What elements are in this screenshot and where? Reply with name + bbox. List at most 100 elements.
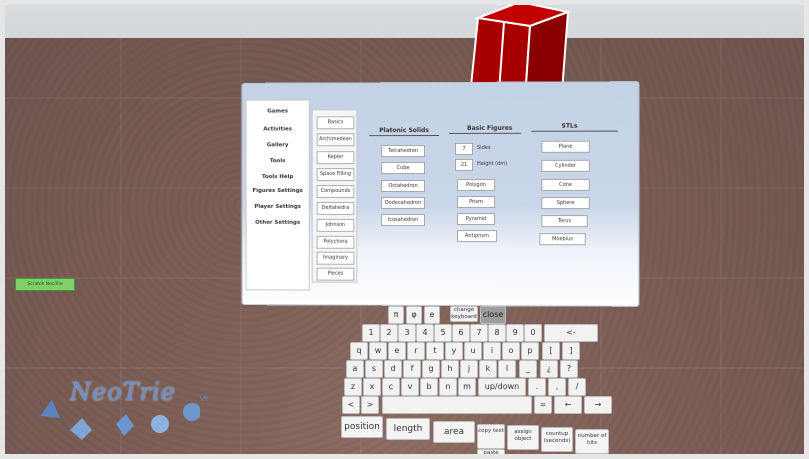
category-archimedean[interactable]: Archimedean — [316, 133, 355, 147]
copy-text-key[interactable]: copy text — [477, 424, 505, 449]
close-keyboard-key[interactable]: close — [480, 306, 506, 324]
key-r[interactable]: r — [407, 342, 425, 360]
key-m[interactable]: m — [458, 378, 476, 396]
menu-activities[interactable]: Activities — [247, 126, 309, 132]
category-polychora[interactable]: Polychora — [316, 235, 355, 249]
btn-octahedron[interactable]: Octahedron — [381, 180, 426, 193]
category-imaginary[interactable]: Imaginary — [316, 251, 355, 265]
key-period[interactable]: . — [528, 378, 546, 396]
key-e-const[interactable]: e — [424, 306, 440, 324]
key-8[interactable]: 8 — [488, 324, 506, 342]
menu-tools[interactable]: Tools — [247, 158, 309, 164]
right-arrow-key[interactable]: → — [584, 396, 612, 414]
key-9[interactable]: 9 — [506, 324, 524, 342]
key-t[interactable]: t — [426, 342, 444, 360]
key-y[interactable]: y — [445, 342, 463, 360]
key-q[interactable]: q — [350, 342, 368, 360]
category-kepler[interactable]: Kepler — [316, 151, 355, 165]
key-phi[interactable]: φ — [406, 306, 422, 324]
key-5[interactable]: 5 — [434, 324, 452, 342]
assign-object-key[interactable]: assign object — [507, 425, 539, 450]
category-basics[interactable]: Basics — [316, 116, 355, 130]
key-open-bracket[interactable]: [ — [542, 342, 560, 360]
key-x[interactable]: x — [363, 378, 381, 396]
btn-cone[interactable]: Cone — [541, 178, 590, 191]
area-key[interactable]: area — [433, 421, 475, 443]
btn-torus[interactable]: Torus — [541, 215, 588, 228]
key-c[interactable]: c — [382, 378, 400, 396]
updown-key[interactable]: up/down — [478, 378, 526, 396]
btn-sphere[interactable]: Sphere — [541, 197, 590, 210]
key-e[interactable]: e — [388, 342, 406, 360]
space-bar[interactable] — [382, 396, 532, 414]
btn-dodecahedron[interactable]: Dodecahedron — [381, 196, 426, 209]
key-v[interactable]: v — [401, 378, 419, 396]
menu-games[interactable]: Games — [247, 108, 309, 115]
btn-plane[interactable]: Plane — [541, 140, 590, 153]
key-1[interactable]: 1 — [362, 324, 380, 342]
key-question[interactable]: ? — [560, 360, 578, 378]
paste-key[interactable]: paste — [477, 449, 505, 459]
length-key[interactable]: length — [386, 418, 430, 440]
key-d[interactable]: d — [384, 360, 402, 378]
key-4[interactable]: 4 — [416, 324, 434, 342]
category-compounds[interactable]: Compounds — [316, 185, 355, 198]
number-of-hits-key[interactable]: number of hits — [575, 429, 609, 454]
menu-gallery[interactable]: Gallery — [247, 142, 309, 148]
btn-icosahedron[interactable]: Icosahedron — [381, 213, 426, 226]
key-l[interactable]: l — [498, 360, 516, 378]
category-pieces[interactable]: Pieces — [316, 267, 355, 281]
key-a[interactable]: a — [346, 360, 364, 378]
key-k[interactable]: k — [479, 360, 497, 378]
key-g[interactable]: g — [422, 360, 440, 378]
key-n[interactable]: n — [439, 378, 457, 396]
btn-cube[interactable]: Cube — [381, 162, 426, 175]
category-johnson[interactable]: Johnson — [316, 218, 355, 232]
menu-figures-settings[interactable]: Figures Settings — [247, 188, 309, 194]
key-i[interactable]: i — [483, 342, 501, 360]
menu-tools-help[interactable]: Tools Help — [247, 174, 309, 180]
btn-cylinder[interactable]: Cylinder — [541, 159, 590, 172]
key-slash[interactable]: / — [568, 378, 586, 396]
btn-tetrahedron[interactable]: Tetrahedron — [381, 145, 426, 158]
key-close-bracket[interactable]: ] — [562, 342, 580, 360]
sides-input[interactable]: 7 — [455, 142, 474, 155]
key-2[interactable]: 2 — [380, 324, 398, 342]
btn-moebius[interactable]: Moebius — [539, 233, 586, 246]
key-s[interactable]: s — [365, 360, 383, 378]
menu-other-settings[interactable]: Other Settings — [247, 220, 309, 226]
position-key[interactable]: position — [341, 416, 383, 438]
key-b[interactable]: b — [420, 378, 438, 396]
scratch-neotrie-button[interactable]: Scratch NeoTrie — [15, 278, 75, 291]
height-input[interactable]: 21 — [455, 158, 474, 171]
left-arrow-key[interactable]: ← — [554, 396, 582, 414]
key-greater-than[interactable]: > — [361, 396, 379, 414]
key-7[interactable]: 7 — [470, 324, 488, 342]
key-6[interactable]: 6 — [452, 324, 470, 342]
key-z[interactable]: z — [344, 378, 362, 396]
backspace-key[interactable]: <- — [544, 324, 598, 342]
key-3[interactable]: 3 — [398, 324, 416, 342]
key-f[interactable]: f — [403, 360, 421, 378]
key-underscore[interactable]: _ — [519, 360, 537, 378]
key-o[interactable]: o — [502, 342, 520, 360]
countup-seconds-key[interactable]: countup (seconds) — [541, 427, 573, 452]
btn-prism[interactable]: Prism — [457, 196, 496, 209]
key-less-than[interactable]: < — [342, 396, 360, 414]
key-inverted-question[interactable]: ¿ — [540, 360, 558, 378]
key-pi[interactable]: π — [388, 306, 404, 324]
key-0[interactable]: 0 — [524, 324, 542, 342]
btn-polygon[interactable]: Polygon — [457, 178, 496, 191]
menu-player-settings[interactable]: Player Settings — [247, 204, 309, 210]
change-keyboard-key[interactable]: change keyboard — [450, 306, 478, 322]
category-deltahedra[interactable]: Deltahedra — [316, 201, 355, 215]
key-comma[interactable]: , — [548, 378, 566, 396]
btn-pyramid[interactable]: Pyramid — [457, 213, 496, 226]
key-w[interactable]: w — [369, 342, 387, 360]
key-j[interactable]: j — [460, 360, 478, 378]
key-p[interactable]: p — [521, 342, 539, 360]
btn-antiprism[interactable]: Antiprism — [457, 230, 498, 243]
key-equals[interactable]: = — [534, 396, 552, 414]
category-space-filling[interactable]: Space Filling — [316, 168, 355, 182]
key-u[interactable]: u — [464, 342, 482, 360]
